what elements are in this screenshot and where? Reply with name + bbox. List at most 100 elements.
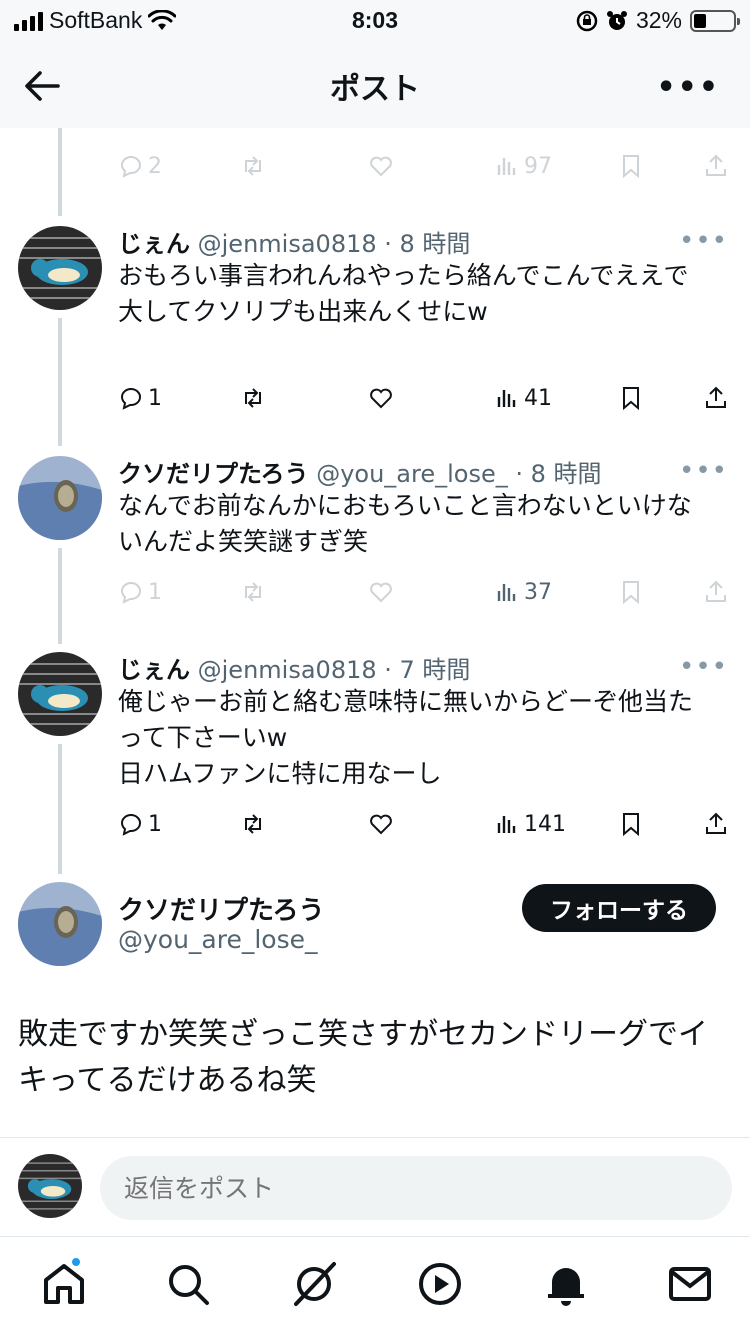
tab-notifications[interactable] <box>542 1260 590 1308</box>
thread-line <box>58 548 62 644</box>
video-icon <box>419 1263 461 1305</box>
share-button[interactable] <box>703 579 729 605</box>
like-button[interactable] <box>368 153 394 179</box>
display-name[interactable]: じぇん <box>118 656 190 684</box>
view-count: 37 <box>524 579 552 605</box>
analytics-icon <box>497 584 516 601</box>
analytics-icon <box>497 816 516 833</box>
denim-pocket-avatar-image <box>18 456 102 540</box>
display-name[interactable]: じぇん <box>118 230 190 258</box>
reply-icon <box>120 582 141 604</box>
tab-bar <box>0 1238 750 1334</box>
reply-button[interactable]: 2 <box>118 153 162 179</box>
tweet-header: クソだリプたろう @you_are_lose_ · 8 時間 <box>118 454 602 489</box>
like-button[interactable] <box>368 385 394 411</box>
reply-button[interactable]: 1 <box>118 811 162 837</box>
like-button[interactable] <box>368 811 394 837</box>
main-post-handle[interactable]: @you_are_lose_ <box>118 925 318 954</box>
tab-video[interactable] <box>416 1260 464 1308</box>
share-icon <box>706 812 726 834</box>
tab-home[interactable] <box>40 1260 88 1308</box>
views-button[interactable]: 141 <box>494 811 566 837</box>
avatar[interactable] <box>18 456 102 540</box>
bookmark-button[interactable] <box>618 153 644 179</box>
share-icon <box>706 580 726 602</box>
avatar[interactable] <box>18 226 102 310</box>
share-button[interactable] <box>703 153 729 179</box>
heart-icon <box>370 582 392 603</box>
thread-line <box>58 744 62 874</box>
tweet-more-icon[interactable]: ••• <box>679 652 728 682</box>
repost-button[interactable] <box>240 385 266 411</box>
notifications-icon <box>548 1268 584 1306</box>
share-button[interactable] <box>703 385 729 411</box>
denim-pocket-avatar-image <box>18 882 102 966</box>
status-right: 32% <box>576 7 740 34</box>
home-icon <box>44 1264 84 1304</box>
handle-and-time: @jenmisa0818 · 7 時間 <box>197 656 471 684</box>
more-options-icon[interactable]: ••• <box>656 70 720 105</box>
views-button[interactable]: 97 <box>494 153 552 179</box>
views-button[interactable]: 41 <box>494 385 552 411</box>
share-icon <box>706 386 726 408</box>
handle-and-time: @you_are_lose_ · 8 時間 <box>316 460 602 488</box>
status-bar: SoftBank 8:03 32% <box>0 0 750 42</box>
repost-button[interactable] <box>240 153 266 179</box>
share-button[interactable] <box>703 811 729 837</box>
tweet-more-icon[interactable]: ••• <box>679 456 728 486</box>
avatar[interactable] <box>18 652 102 736</box>
messages-icon <box>669 1267 711 1301</box>
analytics-icon <box>497 158 516 175</box>
avatar[interactable] <box>18 882 102 966</box>
reply-input[interactable] <box>100 1156 732 1220</box>
tweet-header: じぇん @jenmisa0818 · 7 時間 <box>118 650 470 685</box>
snorlax-avatar-image <box>18 226 102 310</box>
battery-icon <box>690 9 740 32</box>
heart-icon <box>370 814 392 835</box>
repost-button[interactable] <box>240 579 266 605</box>
tweet-text: おもろい事言われんねやったら絡んでこんでええで 大してクソリプも出来んくせにw <box>118 261 689 326</box>
reply-button[interactable]: 1 <box>118 579 162 605</box>
view-count: 141 <box>524 811 566 837</box>
tab-grok[interactable] <box>290 1260 338 1308</box>
display-name[interactable]: クソだリプたろう <box>118 460 309 488</box>
snorlax-avatar-image <box>18 652 102 736</box>
follow-button[interactable]: フォローする <box>522 884 716 932</box>
bookmark-icon <box>623 813 639 837</box>
tab-search[interactable] <box>164 1260 212 1308</box>
bookmark-button[interactable] <box>618 579 644 605</box>
repost-icon <box>245 388 261 408</box>
view-count: 97 <box>524 153 552 179</box>
my-avatar <box>18 1154 82 1218</box>
divider <box>0 1236 750 1237</box>
reply-button[interactable]: 1 <box>118 385 162 411</box>
thread-line <box>58 128 62 216</box>
snorlax-avatar-image <box>18 1154 82 1218</box>
home-badge-dot <box>70 1256 82 1268</box>
analytics-icon <box>497 390 516 407</box>
reply-icon <box>120 814 141 836</box>
alarm-icon <box>606 10 627 30</box>
like-button[interactable] <box>368 579 394 605</box>
battery-percent: 32% <box>635 7 682 33</box>
tab-messages[interactable] <box>666 1260 714 1308</box>
main-post-display-name[interactable]: クソだリプたろう <box>118 890 324 927</box>
repost-button[interactable] <box>240 811 266 837</box>
search-icon <box>169 1265 209 1305</box>
tweet-actions: 1 141 <box>118 804 730 844</box>
bookmark-button[interactable] <box>618 385 644 411</box>
orientation-lock-icon <box>576 10 598 31</box>
view-count: 41 <box>524 385 552 411</box>
reply-icon <box>120 388 141 410</box>
thread-line <box>58 318 62 446</box>
reply-count: 2 <box>148 153 162 179</box>
views-button[interactable]: 37 <box>494 579 552 605</box>
bookmark-button[interactable] <box>618 811 644 837</box>
reply-count: 1 <box>148 811 162 837</box>
divider <box>0 1137 750 1138</box>
page-title: ポスト <box>330 72 420 107</box>
tweet-actions: 1 37 <box>118 572 730 612</box>
grok-icon <box>294 1262 336 1306</box>
bookmark-icon <box>623 387 639 411</box>
tweet-more-icon[interactable]: ••• <box>679 226 728 256</box>
